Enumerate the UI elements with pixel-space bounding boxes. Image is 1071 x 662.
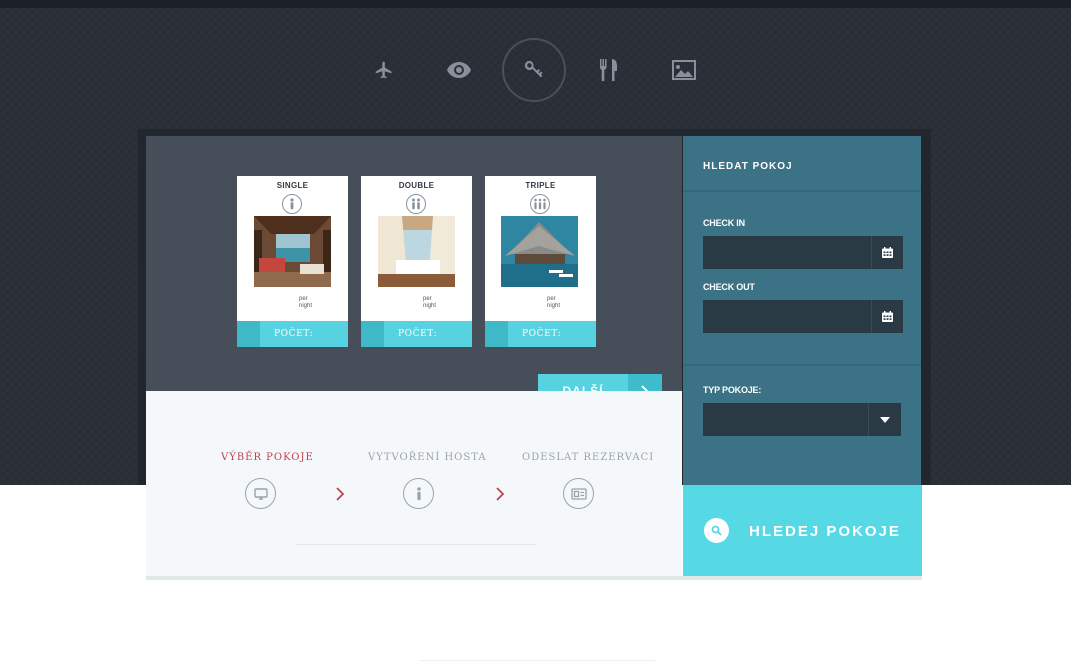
steps-divider bbox=[296, 544, 536, 545]
top-strip bbox=[0, 0, 1071, 8]
calendar-icon bbox=[882, 311, 893, 322]
room-card-triple[interactable]: TRIPLE per night POČET: bbox=[485, 176, 596, 347]
person-icon bbox=[403, 478, 434, 509]
room-type-label: TYP POKOJE: bbox=[703, 385, 762, 395]
room-count-tab bbox=[485, 321, 508, 347]
room-count-label: POČET: bbox=[522, 329, 562, 339]
per-text: per bbox=[547, 296, 556, 302]
footer-divider bbox=[420, 660, 655, 661]
room-card-double[interactable]: DOUBLE per night POČET: bbox=[361, 176, 472, 347]
nav-item-restaurant[interactable] bbox=[577, 38, 641, 102]
search-rooms-button[interactable]: HLEDEJ POKOJE bbox=[683, 485, 922, 576]
chevron-right-icon bbox=[336, 487, 345, 501]
calendar-icon bbox=[882, 247, 893, 258]
per-text: per bbox=[299, 296, 308, 302]
room-photo bbox=[254, 216, 331, 287]
room-type-select[interactable] bbox=[703, 403, 901, 436]
bottom-rule bbox=[146, 576, 922, 580]
room-count-bar[interactable]: POČET: bbox=[237, 321, 348, 347]
fork-knife-icon bbox=[600, 59, 617, 81]
check-in-label: CHECK IN bbox=[703, 218, 745, 228]
room-count-label: POČET: bbox=[274, 329, 314, 339]
search-panel-title: HLEDAT POKOJ bbox=[703, 161, 793, 172]
price-per-night: per night bbox=[547, 296, 560, 310]
room-title: TRIPLE bbox=[525, 181, 556, 190]
two-persons-icon bbox=[406, 194, 426, 214]
search-panel-header: HLEDAT POKOJ bbox=[683, 136, 921, 192]
night-text: night bbox=[299, 303, 313, 309]
image-icon bbox=[672, 60, 696, 80]
search-rooms-label: HLEDEJ POKOJE bbox=[749, 523, 901, 540]
search-panel-divider bbox=[683, 364, 921, 366]
check-out-calendar-button[interactable] bbox=[871, 300, 903, 333]
check-out-label: CHECK OUT bbox=[703, 282, 755, 292]
night-text: night bbox=[423, 303, 437, 309]
category-nav bbox=[0, 38, 1071, 102]
room-photo bbox=[378, 216, 455, 287]
room-title: SINGLE bbox=[276, 181, 309, 190]
search-icon bbox=[704, 518, 729, 543]
chevron-right-icon bbox=[496, 487, 505, 501]
room-card-single[interactable]: SINGLE per night POČET: bbox=[237, 176, 348, 347]
nav-item-flights[interactable] bbox=[352, 38, 416, 102]
room-count-tab bbox=[237, 321, 260, 347]
step-label-room-selection: VÝBĚR POKOJE bbox=[221, 452, 314, 463]
room-count-bar[interactable]: POČET: bbox=[361, 321, 472, 347]
per-text: per bbox=[423, 296, 432, 302]
key-icon bbox=[524, 60, 543, 78]
chevron-down-icon bbox=[868, 403, 901, 436]
room-count-label: POČET: bbox=[398, 329, 438, 339]
monitor-icon bbox=[245, 478, 276, 509]
step-label-guest-creation: VYTVOŘENÍ HOSTA bbox=[368, 452, 487, 463]
step-label-send-reservation: ODESLAT REZERVACI bbox=[522, 452, 655, 463]
price-per-night: per night bbox=[423, 296, 436, 310]
nav-item-rooms[interactable] bbox=[502, 38, 566, 102]
check-in-field[interactable] bbox=[703, 236, 903, 269]
nav-item-sights[interactable] bbox=[427, 38, 491, 102]
room-count-tab bbox=[361, 321, 384, 347]
single-person-icon bbox=[282, 194, 302, 214]
id-card-icon bbox=[563, 478, 594, 509]
room-count-bar[interactable]: POČET: bbox=[485, 321, 596, 347]
search-panel: HLEDAT POKOJ CHECK IN CHECK OUT TYP POKO… bbox=[683, 136, 921, 485]
price-per-night: per night bbox=[299, 296, 312, 310]
eye-icon bbox=[447, 62, 471, 78]
night-text: night bbox=[547, 303, 561, 309]
airplane-icon bbox=[375, 61, 392, 79]
nav-item-gallery[interactable] bbox=[652, 38, 716, 102]
room-title: DOUBLE bbox=[398, 181, 435, 190]
three-persons-icon bbox=[530, 194, 550, 214]
check-in-calendar-button[interactable] bbox=[871, 236, 903, 269]
check-out-field[interactable] bbox=[703, 300, 903, 333]
room-photo bbox=[501, 216, 578, 287]
booking-steps: VÝBĚR POKOJE VYTVOŘENÍ HOSTA ODESLAT REZ… bbox=[146, 391, 682, 577]
